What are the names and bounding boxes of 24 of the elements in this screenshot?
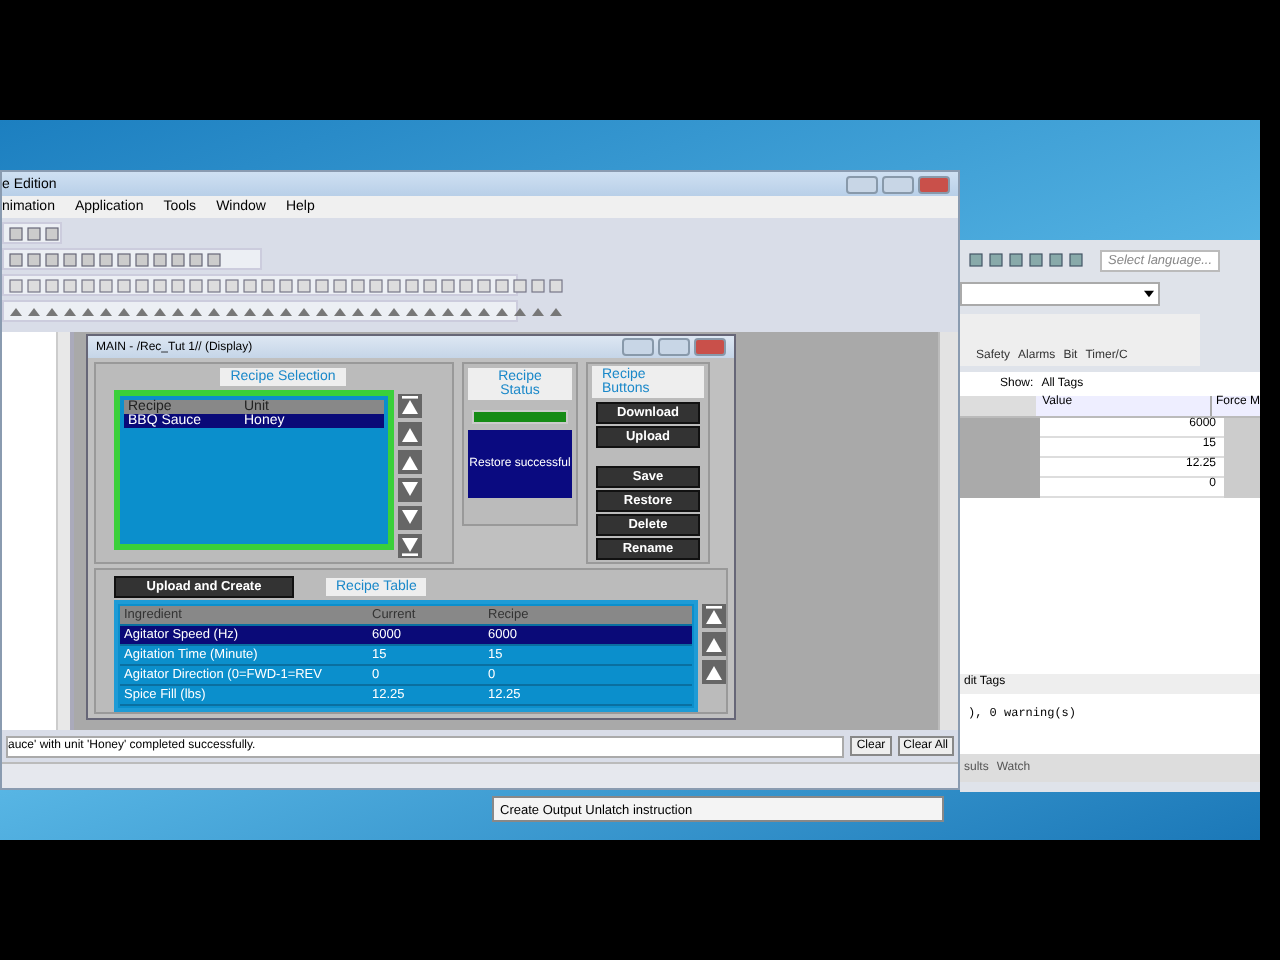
- scrollbar[interactable]: [56, 332, 70, 730]
- row-header-cell: [960, 478, 1040, 498]
- close-button[interactable]: [694, 338, 726, 356]
- arrow-up-icon[interactable]: [702, 632, 726, 656]
- arrow-up-icon[interactable]: [702, 660, 726, 684]
- arrow-up-icon[interactable]: [398, 422, 422, 446]
- caret-icon: [1144, 290, 1154, 298]
- dropdown-field[interactable]: [960, 282, 1160, 306]
- minimize-button[interactable]: [846, 175, 878, 193]
- maximize-button[interactable]: [882, 175, 914, 193]
- arrow-down-icon[interactable]: [398, 478, 422, 502]
- scrollbar[interactable]: [938, 332, 958, 730]
- arrow-up-icon[interactable]: [398, 450, 422, 474]
- arrow-up-icon[interactable]: [398, 394, 422, 418]
- table-cell: [1224, 418, 1260, 438]
- arrow-up-icon[interactable]: [702, 604, 726, 628]
- arrow-down-icon[interactable]: [398, 506, 422, 530]
- maximize-button[interactable]: [658, 338, 690, 356]
- row-header-cell: [960, 418, 1040, 438]
- arrow-down-icon[interactable]: [398, 534, 422, 558]
- close-button[interactable]: [918, 175, 950, 193]
- status-indicator: [472, 410, 568, 424]
- table-cell: [1224, 478, 1260, 498]
- minimize-button[interactable]: [622, 338, 654, 356]
